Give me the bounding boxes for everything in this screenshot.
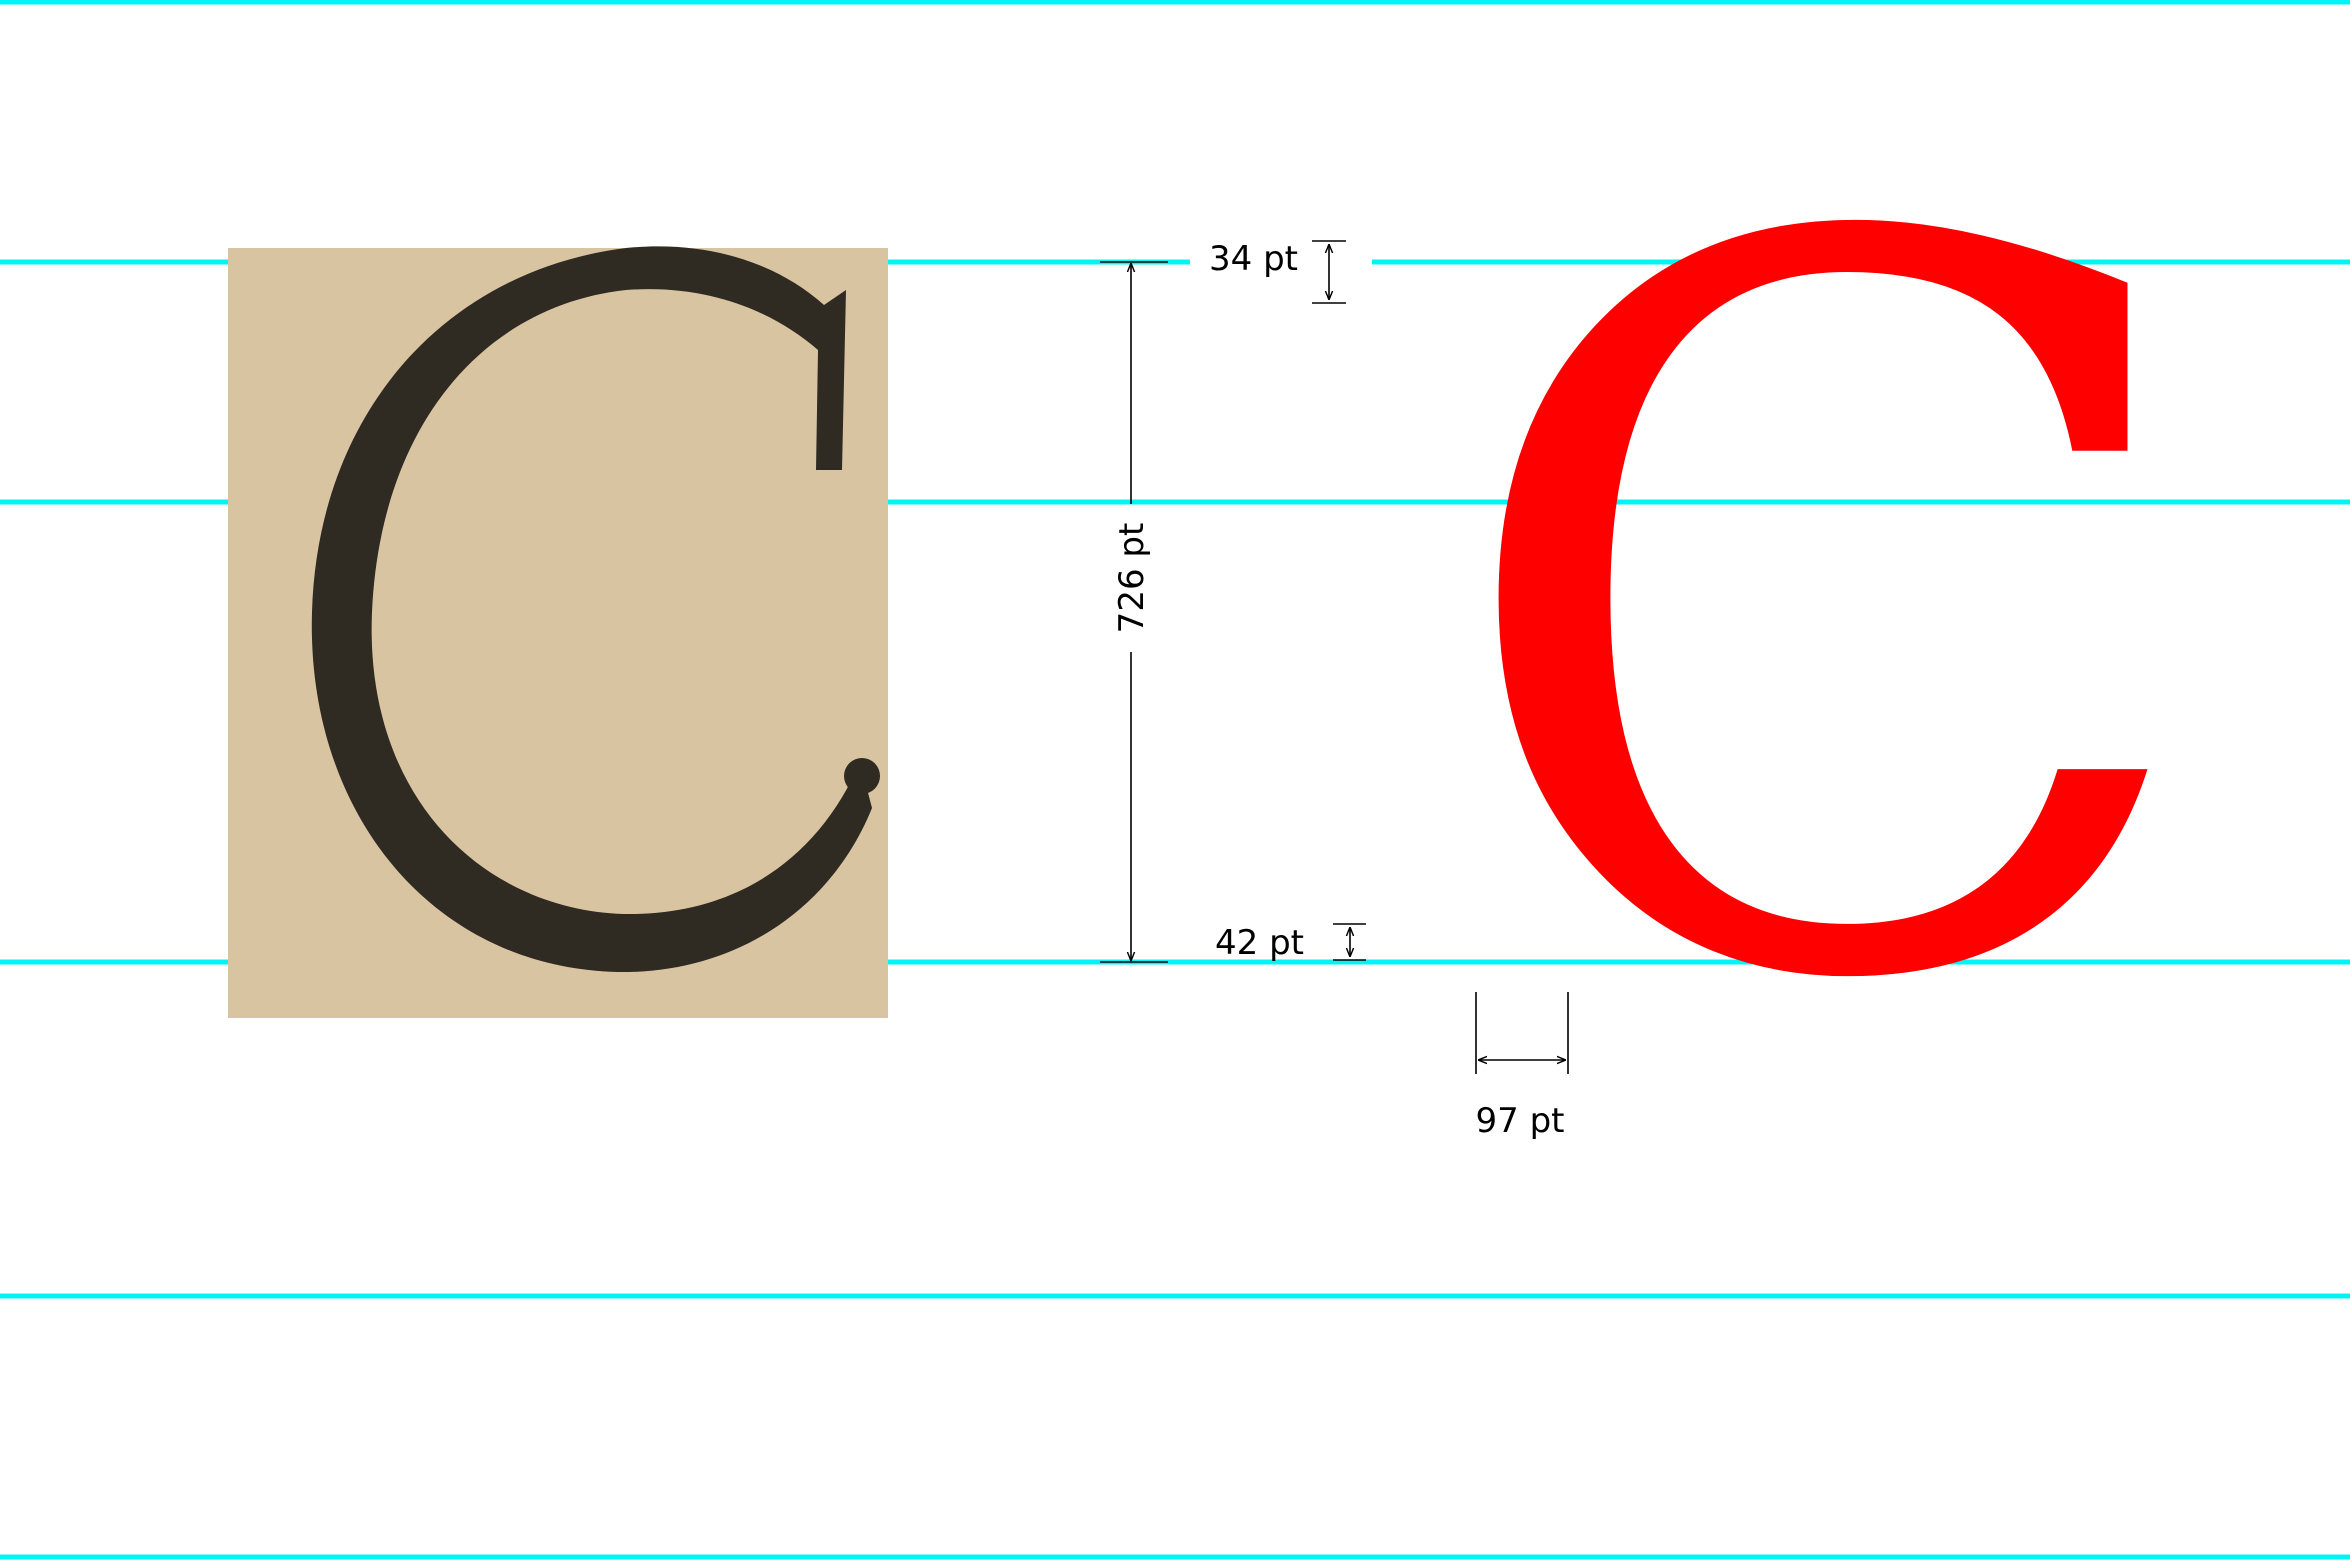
cap-height-label: 726 pt [1112,523,1152,634]
scan-letter-c-terminal [844,758,880,794]
top-overshoot-label: 34 pt [1209,239,1298,279]
cap-height-dimension: 726 pt [1100,261,1168,963]
top-overshoot-dimension: 34 pt [1209,239,1346,304]
bottom-overshoot-label: 42 pt [1215,923,1304,963]
reference-glyph-c: C [1442,34,2207,1198]
scanned-letter-image [228,246,888,1018]
type-specimen-diagram: C 726 pt 34 pt 42 pt 97 pt [0,0,2350,1560]
bottom-overshoot-dimension: 42 pt [1215,923,1366,963]
stroke-width-label: 97 pt [1476,1101,1565,1141]
